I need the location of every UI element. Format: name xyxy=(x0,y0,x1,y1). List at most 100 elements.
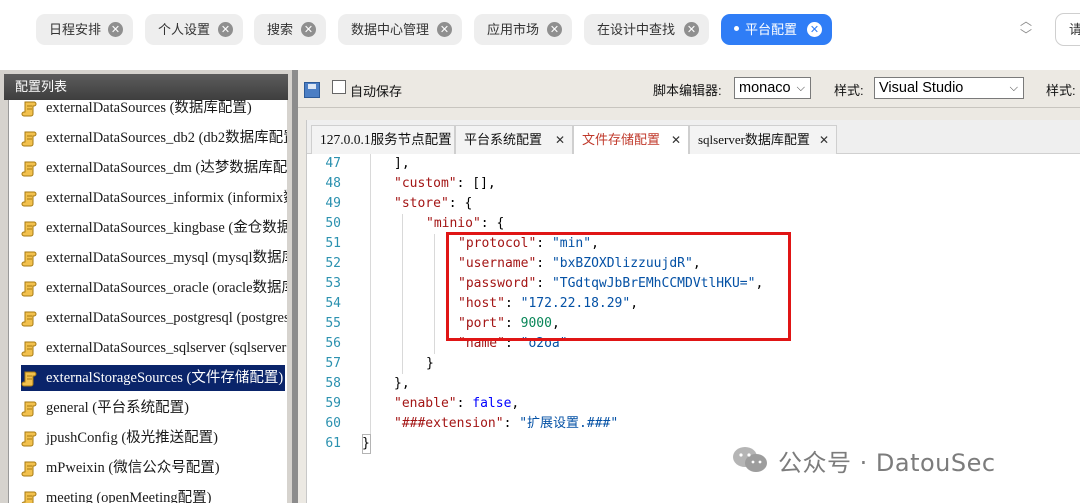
code-line-58: }, xyxy=(362,374,410,394)
top-tab-personal-settings[interactable]: 个人设置 ✕ xyxy=(145,14,243,45)
config-tree-item[interactable]: externalDataSources_oracle (oracle数据库配置) xyxy=(9,273,287,303)
save-icon[interactable] xyxy=(304,82,320,98)
close-icon[interactable]: ✕ xyxy=(547,22,562,37)
scroll-document-icon xyxy=(21,221,37,237)
config-tree-item-content: externalDataSources_kingbase (金仓数据库配置) xyxy=(21,220,287,237)
config-tree-item[interactable]: meeting (openMeeting配置) xyxy=(9,483,287,503)
config-tree-item[interactable]: general (平台系统配置) xyxy=(9,393,287,423)
editor-tab-sqlserver[interactable]: sqlserver数据库配置 ✕ xyxy=(689,125,837,154)
config-tree-item-content: externalDataSources_mysql (mysql数据库配置) xyxy=(21,250,287,267)
chevron-down-icon: ⌵ xyxy=(796,81,805,94)
code-line-49: "store": { xyxy=(362,194,472,214)
config-tree-item-content: externalDataSources_sqlserver (sqlserver… xyxy=(21,340,287,357)
config-tree-item-content: general (平台系统配置) xyxy=(21,400,189,417)
chevron-down-icon[interactable]: ﹀ xyxy=(1018,28,1034,42)
config-tree-item[interactable]: externalDataSources (数据库配置) xyxy=(9,100,287,123)
config-tree-item-label: externalStorageSources (文件存储配置) xyxy=(46,370,284,386)
line-number: 53 xyxy=(325,276,341,291)
line-number: 59 xyxy=(325,396,341,411)
code-token: : { xyxy=(448,196,473,211)
config-tree-item-content: externalDataSources_postgresql (postgres… xyxy=(21,310,287,327)
config-tree-item-label: jpushConfig (极光推送配置) xyxy=(46,430,218,446)
close-icon[interactable]: ✕ xyxy=(819,126,829,154)
script-editor-select[interactable]: monaco ⌵ xyxy=(734,77,811,99)
top-tab-label: 数据中心管理 xyxy=(351,22,430,37)
close-icon[interactable]: ✕ xyxy=(671,126,681,154)
style-select[interactable]: Visual Studio ⌵ xyxy=(874,77,1024,99)
json-key: "custom" xyxy=(394,176,457,191)
json-string: "扩展设置.###" xyxy=(519,416,619,431)
close-icon[interactable]: ✕ xyxy=(684,22,699,37)
tab-scroll-arrows[interactable]: ︿ ﹀ xyxy=(1018,14,1034,46)
scroll-document-icon xyxy=(21,101,37,117)
close-icon[interactable]: ✕ xyxy=(301,22,316,37)
config-tree-item[interactable]: externalDataSources_db2 (db2数据库配置) xyxy=(9,123,287,153)
config-tree-item-content: externalDataSources (数据库配置) xyxy=(21,100,252,117)
config-tree-item[interactable]: externalStorageSources (文件存储配置) xyxy=(9,363,287,393)
config-tree-item[interactable]: externalDataSources_postgresql (postgres… xyxy=(9,303,287,333)
watermark: 公众号 · DatouSec xyxy=(732,443,996,477)
config-list-panel: 配置列表 externalDataSources (数据库配置) external… xyxy=(0,70,292,503)
active-dot-icon xyxy=(734,26,739,32)
config-tree-item-content: mPweixin (微信公众号配置) xyxy=(21,460,220,477)
config-tree-item-content: externalDataSources_informix (informix数据… xyxy=(21,190,287,207)
script-editor-label: 脚本编辑器: xyxy=(653,83,722,98)
top-tab-search[interactable]: 搜索 ✕ xyxy=(254,14,326,45)
config-tree-item-label: externalDataSources_sqlserver (sqlserver… xyxy=(46,340,287,356)
config-tree-item[interactable]: externalDataSources_sqlserver (sqlserver… xyxy=(9,333,287,363)
autosave-label: 自动保存 xyxy=(350,84,403,99)
config-list-title: 配置列表 xyxy=(4,74,288,100)
close-icon[interactable]: ✕ xyxy=(218,22,233,37)
editor-tab-platform-system[interactable]: 平台系统配置 ✕ xyxy=(455,125,573,154)
top-tab-schedule[interactable]: 日程安排 ✕ xyxy=(36,14,133,45)
config-tree-item-label: externalDataSources_oracle (oracle数据库配置) xyxy=(46,280,287,296)
config-tree[interactable]: externalDataSources (数据库配置) externalDataS… xyxy=(8,100,287,503)
config-tree-item-label: general (平台系统配置) xyxy=(46,400,189,416)
close-icon[interactable]: ✕ xyxy=(807,22,822,37)
top-tab-platform-config[interactable]: 平台配置 ✕ xyxy=(721,14,832,45)
code-token: ], xyxy=(394,156,410,171)
code-token: } xyxy=(362,436,370,451)
line-number-gutter: 47 48 49 50 51 52 53 54 55 56 57 58 59 60 61 xyxy=(307,154,363,503)
config-tree-item[interactable]: externalDataSources_mysql (mysql数据库配置) xyxy=(9,243,287,273)
code-token: }, xyxy=(394,376,410,391)
config-tree-item[interactable]: externalDataSources_dm (达梦数据库配置) xyxy=(9,153,287,183)
top-tab-label: 平台配置 xyxy=(745,22,798,37)
config-tree-item[interactable]: externalDataSources_informix (informix数据… xyxy=(9,183,287,213)
top-right-button[interactable]: 请 xyxy=(1055,13,1080,46)
code-token: : { xyxy=(480,216,505,231)
config-tree-item[interactable]: jpushConfig (极光推送配置) xyxy=(9,423,287,453)
code-token: : xyxy=(456,396,473,411)
config-tree-item[interactable]: mPweixin (微信公众号配置) xyxy=(9,453,287,483)
line-number: 51 xyxy=(325,236,341,251)
json-key: "minio" xyxy=(426,216,481,231)
config-tree-item-label: mPweixin (微信公众号配置) xyxy=(46,460,220,476)
line-number: 56 xyxy=(325,336,341,351)
scroll-document-icon xyxy=(21,401,37,417)
json-key: "store" xyxy=(394,196,449,211)
scroll-document-icon xyxy=(21,161,37,177)
top-tab-app-market[interactable]: 应用市场 ✕ xyxy=(474,14,572,45)
editor-tab-label: 127.0.0.1服务节点配置 xyxy=(320,132,452,147)
chevron-up-icon[interactable]: ︿ xyxy=(1018,14,1034,28)
code-token: : [], xyxy=(456,176,496,191)
code-token: , xyxy=(511,396,520,411)
close-icon[interactable]: ✕ xyxy=(108,22,123,37)
editor-tab-file-storage[interactable]: 文件存储配置 ✕ xyxy=(573,125,689,155)
code-line-47: ], xyxy=(362,154,410,174)
top-tab-label: 在设计中查找 xyxy=(597,22,676,37)
close-icon[interactable]: ✕ xyxy=(555,126,565,154)
line-number: 50 xyxy=(325,216,341,231)
config-tree-item-content: externalStorageSources (文件存储配置) xyxy=(21,365,286,391)
scroll-document-icon xyxy=(21,311,37,327)
close-icon[interactable]: ✕ xyxy=(437,22,452,37)
scroll-document-icon xyxy=(21,251,37,267)
config-tree-item-content: meeting (openMeeting配置) xyxy=(21,490,212,503)
config-tree-item[interactable]: externalDataSources_kingbase (金仓数据库配置) xyxy=(9,213,287,243)
top-tab-data-center[interactable]: 数据中心管理 ✕ xyxy=(338,14,462,45)
script-editor-value: monaco xyxy=(739,80,791,96)
top-tab-find-in-design[interactable]: 在设计中查找 ✕ xyxy=(584,14,709,45)
editor-tab-label: sqlserver数据库配置 xyxy=(698,132,810,147)
autosave-checkbox[interactable] xyxy=(332,80,346,94)
editor-tab-server-node[interactable]: 127.0.0.1服务节点配置 xyxy=(311,125,455,154)
